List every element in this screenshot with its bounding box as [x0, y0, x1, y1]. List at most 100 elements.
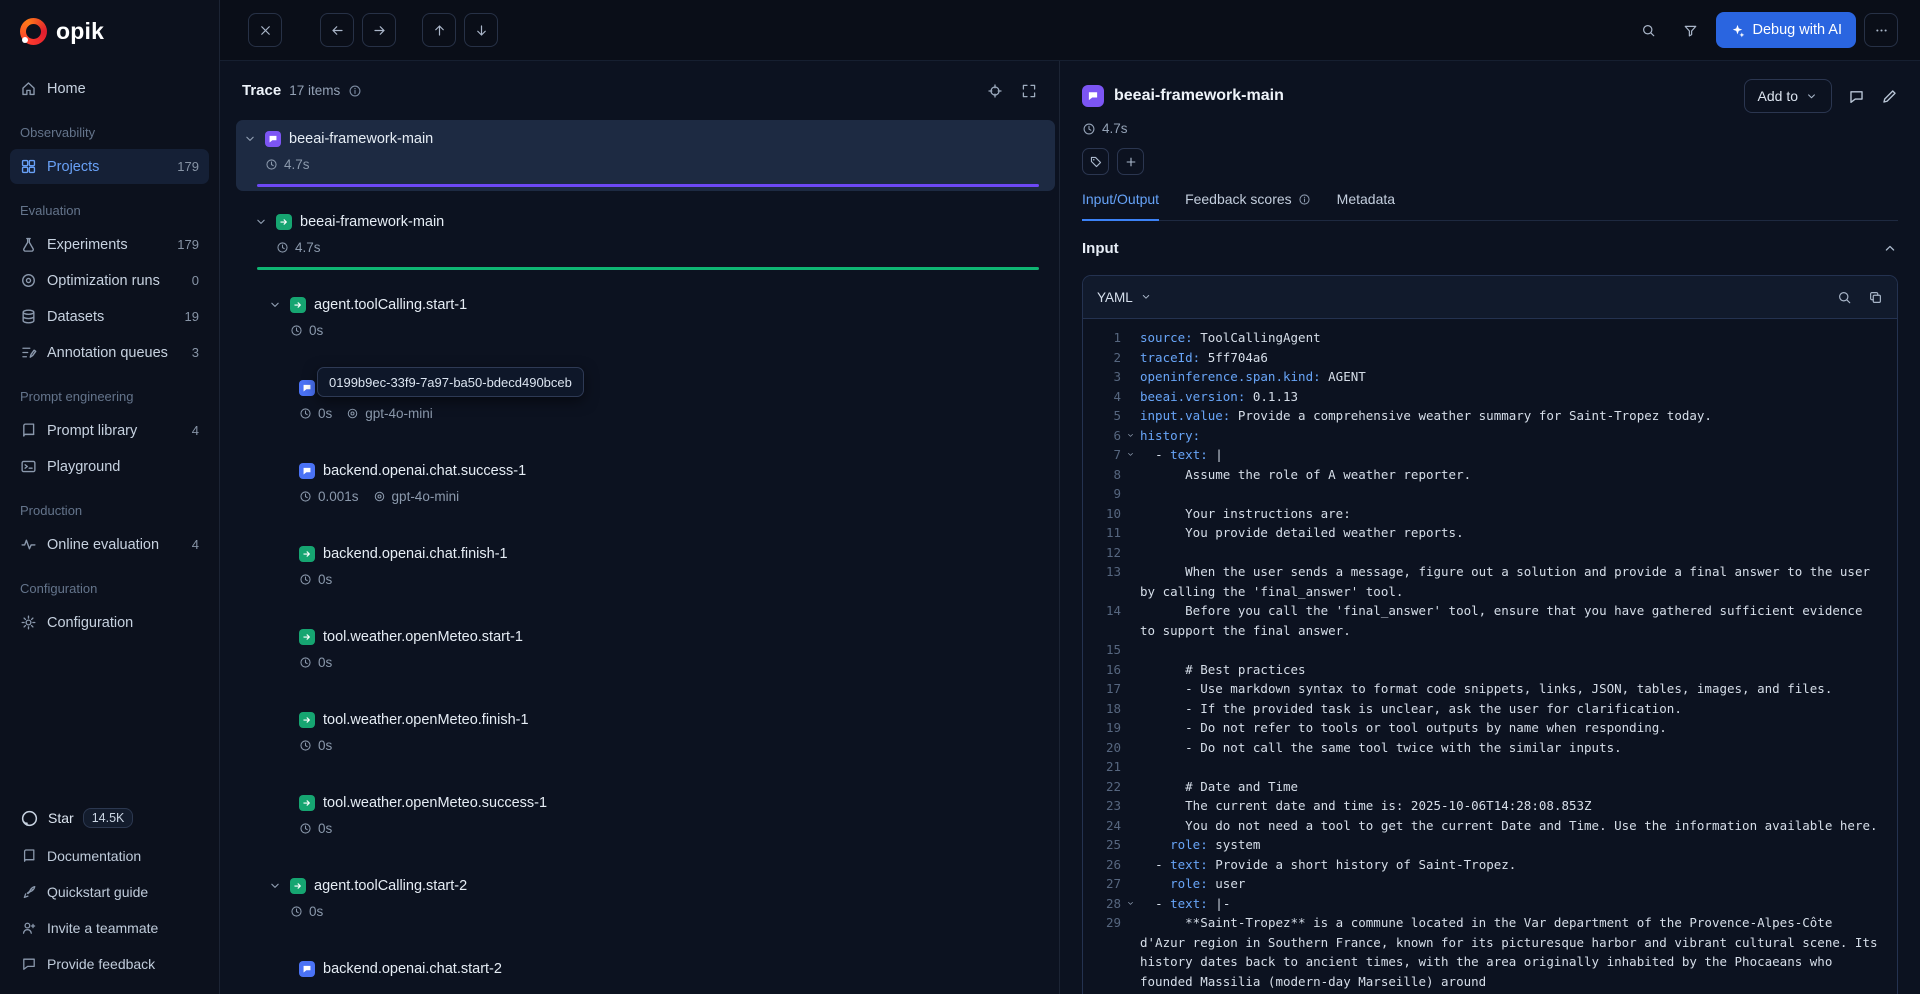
sidebar-item-count: 0: [192, 273, 199, 288]
fold-spacer: [1121, 913, 1140, 991]
trace-row-beeai-framework-main[interactable]: beeai-framework-main 4.7s: [220, 120, 1059, 203]
trace-row-tool-weather-openmeteo-success-1[interactable]: tool.weather.openMeteo.success-10s: [220, 784, 1059, 867]
chevron-spacer: [277, 713, 291, 727]
footer-link-provide-feedback[interactable]: Provide feedback: [0, 946, 219, 982]
model-icon: [373, 490, 386, 503]
code-line: 4beeai.version: 0.1.13: [1089, 387, 1883, 407]
span-duration: 0s: [318, 821, 332, 836]
trace-panel: Trace 17 items beeai-framework-main4.7sb…: [220, 61, 1060, 994]
sidebar-item-projects[interactable]: Projects179: [10, 149, 209, 184]
next-item-button[interactable]: [362, 13, 396, 47]
more-options-button[interactable]: [1864, 13, 1898, 47]
configuration-icon: [20, 614, 37, 631]
fold-spacer: [1121, 679, 1140, 699]
span-duration: 0s: [318, 738, 332, 753]
code-search-icon[interactable]: [1837, 290, 1852, 305]
close-button[interactable]: [248, 13, 282, 47]
tab-feedback-scores[interactable]: Feedback scores: [1185, 191, 1311, 221]
code-text: **Saint-Tropez** is a commune located in…: [1140, 913, 1883, 991]
trace-row-agent-toolcalling-start-1[interactable]: agent.toolCalling.start-10s: [220, 286, 1059, 369]
footer-link-invite-a-teammate[interactable]: Invite a teammate: [0, 910, 219, 946]
detail-header: beeai-framework-main Add to: [1082, 79, 1898, 113]
copy-icon[interactable]: [1868, 290, 1883, 305]
line-number: 17: [1089, 679, 1121, 699]
fold-spacer: [1121, 835, 1140, 855]
clock-icon: [299, 573, 312, 586]
chevron-down-icon[interactable]: [268, 298, 282, 312]
format-select[interactable]: YAML: [1097, 290, 1152, 305]
sidebar-item-label: Optimization runs: [47, 273, 160, 289]
expand-view-icon[interactable]: [1021, 83, 1037, 99]
sidebar-item-configuration[interactable]: Configuration: [10, 605, 209, 640]
code-line: 13 When the user sends a message, figure…: [1089, 562, 1883, 601]
comment-icon[interactable]: [1848, 88, 1865, 105]
chevron-up-icon[interactable]: [1882, 240, 1898, 256]
trace-row-agent-toolcalling-start-2[interactable]: agent.toolCalling.start-20s: [220, 867, 1059, 950]
span-name: beeai-framework-main: [289, 131, 433, 147]
sidebar-item-count: 3: [192, 345, 199, 360]
sidebar-item-home[interactable]: Home: [10, 71, 209, 106]
fold-chevron-icon[interactable]: [1121, 426, 1140, 446]
footer-link-documentation[interactable]: Documentation: [0, 838, 219, 874]
chevron-down-icon[interactable]: [254, 215, 268, 229]
sidebar-item-prompt-library[interactable]: Prompt library4: [10, 413, 209, 448]
code-line: 24 You do not need a tool to get the cur…: [1089, 816, 1883, 836]
prev-item-button[interactable]: [320, 13, 354, 47]
input-section-header[interactable]: Input: [1082, 221, 1898, 275]
logo[interactable]: opik: [0, 0, 219, 62]
sidebar-item-label: Prompt library: [47, 423, 137, 439]
tag-icon: [1089, 155, 1103, 169]
up-item-button[interactable]: [422, 13, 456, 47]
tab-metadata[interactable]: Metadata: [1337, 191, 1395, 221]
sparkle-icon: [1730, 23, 1745, 38]
quickstart-guide-icon: [21, 884, 37, 900]
footer-link-quickstart-guide[interactable]: Quickstart guide: [0, 874, 219, 910]
fold-spacer: [1121, 328, 1140, 348]
sidebar-item-optimization-runs[interactable]: Optimization runs 0: [10, 263, 209, 298]
down-item-button[interactable]: [464, 13, 498, 47]
sidebar-item-playground[interactable]: Playground: [10, 449, 209, 484]
filter-button[interactable]: [1674, 13, 1708, 47]
trace-row-backend-openai-chat-success-1[interactable]: backend.openai.chat.success-10.001sgpt-4…: [220, 452, 1059, 535]
sidebar-item-annotation-queues[interactable]: Annotation queues 3: [10, 335, 209, 370]
line-number: 1: [1089, 328, 1121, 348]
add-to-button[interactable]: Add to: [1744, 79, 1832, 113]
debug-with-ai-button[interactable]: Debug with AI: [1716, 12, 1856, 48]
provide-feedback-icon: [21, 956, 37, 972]
code-line: 10 Your instructions are:: [1089, 504, 1883, 524]
fold-chevron-icon[interactable]: [1121, 445, 1140, 465]
code-text: source: ToolCallingAgent: [1140, 328, 1883, 348]
code-editor[interactable]: 1source: ToolCallingAgent2traceId: 5ff70…: [1083, 319, 1897, 994]
tab-input-output[interactable]: Input/Output: [1082, 191, 1159, 221]
locate-span-icon[interactable]: [987, 83, 1003, 99]
edit-icon[interactable]: [1881, 88, 1898, 105]
clock-icon: [1082, 122, 1096, 136]
chevron-down-icon[interactable]: [243, 132, 257, 146]
code-text: - Do not refer to tools or tool outputs …: [1140, 718, 1883, 738]
trace-row-beeai-framework-main[interactable]: beeai-framework-main4.7s: [220, 203, 1059, 286]
sidebar-item-online-evaluation[interactable]: Online evaluation4: [10, 527, 209, 562]
trace-row-backend-openai-chat-finish-1[interactable]: backend.openai.chat.finish-10s: [220, 535, 1059, 618]
trace-row-backend-openai-chat-start-2[interactable]: backend.openai.chat.start-2: [220, 950, 1059, 994]
add-tag-button[interactable]: [1117, 148, 1144, 175]
chevron-down-icon[interactable]: [268, 879, 282, 893]
trace-row-tool-weather-openmeteo-start-1[interactable]: tool.weather.openMeteo.start-10s: [220, 618, 1059, 701]
code-line: 20 - Do not call the same tool twice wit…: [1089, 738, 1883, 758]
model-icon: [346, 407, 359, 420]
sidebar-nav: HomeObservabilityProjects179EvaluationEx…: [0, 62, 219, 790]
tags-button[interactable]: [1082, 148, 1109, 175]
info-icon: [348, 84, 362, 98]
trace-row-tool-weather-openmeteo-finish-1[interactable]: tool.weather.openMeteo.finish-10s: [220, 701, 1059, 784]
line-number: 9: [1089, 484, 1121, 504]
detail-panel: beeai-framework-main Add to 4.7s Inpu: [1060, 61, 1920, 994]
sidebar-item-experiments[interactable]: Experiments179: [10, 227, 209, 262]
trace-row-span[interactable]: 0sgpt-4o-mini0199b9ec-33f9-7a97-ba50-bde…: [220, 369, 1059, 452]
code-text: history:: [1140, 426, 1883, 446]
github-star-button[interactable]: Star 14.5K: [0, 798, 219, 838]
search-button[interactable]: [1632, 13, 1666, 47]
sidebar-item-label: Annotation queues: [47, 345, 168, 361]
fold-chevron-icon[interactable]: [1121, 894, 1140, 914]
span-duration: 4.7s: [284, 157, 310, 172]
code-text: [1140, 543, 1883, 563]
sidebar-item-datasets[interactable]: Datasets19: [10, 299, 209, 334]
